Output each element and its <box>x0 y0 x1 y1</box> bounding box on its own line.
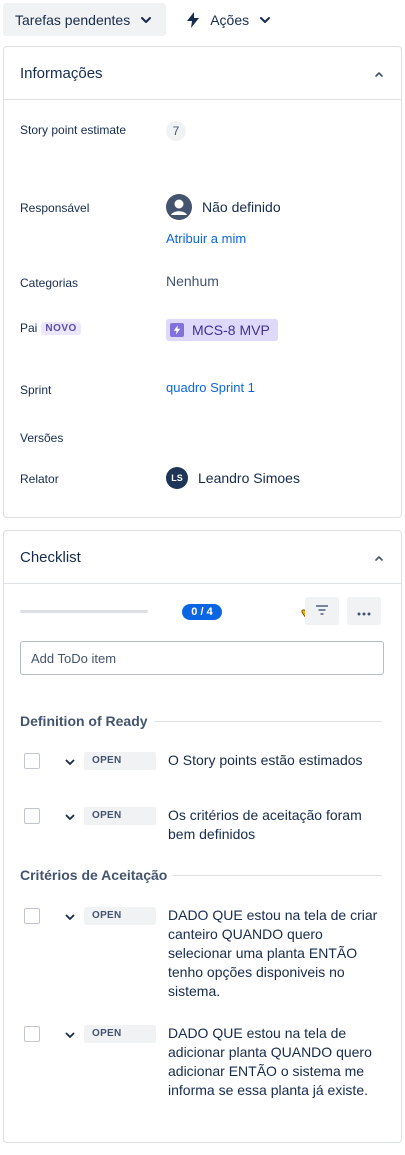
chevron-up-icon[interactable] <box>373 551 385 563</box>
chevron-down-icon[interactable] <box>64 755 76 767</box>
versions-label: Versões <box>20 431 64 445</box>
parent-label: Pai <box>20 321 38 335</box>
sprint-label: Sprint <box>20 383 52 397</box>
item-text[interactable]: O Story points estão estimados <box>168 751 388 770</box>
reporter-value: Leandro Simoes <box>198 470 300 486</box>
top-toolbar: Tarefas pendentes Ações <box>3 3 281 36</box>
status-badge[interactable]: OPEN <box>84 752 156 770</box>
actions-label: Ações <box>210 11 250 28</box>
unassigned-avatar-icon <box>166 194 192 220</box>
actions-dropdown-button[interactable]: Ações <box>176 3 281 36</box>
more-dots-icon <box>357 603 371 619</box>
new-badge: NOVO <box>41 321 81 335</box>
story-points-badge[interactable]: 7 <box>166 121 186 141</box>
reporter-field[interactable]: LS Leandro Simoes <box>166 467 300 489</box>
item-checkbox[interactable] <box>24 808 40 824</box>
reporter-label: Relator <box>20 472 59 486</box>
more-options-button[interactable] <box>347 597 381 625</box>
assignee-field[interactable]: Não definido <box>166 194 281 220</box>
add-todo-input[interactable]: Add ToDo item <box>20 641 384 675</box>
filter-icon <box>315 603 329 619</box>
categories-label: Categorias <box>20 276 79 290</box>
epic-lightning-icon <box>170 323 184 337</box>
categories-value[interactable]: Nenhum <box>166 273 219 289</box>
checklist-section-title: Critérios de Aceitação <box>20 867 382 883</box>
add-todo-placeholder: Add ToDo item <box>31 650 117 666</box>
parent-epic-label: MCS-8 MVP <box>192 322 270 338</box>
section-divider <box>173 874 382 876</box>
filter-button[interactable] <box>305 597 339 625</box>
status-label: Tarefas pendentes <box>15 11 131 28</box>
checklist-progress-count: 0 / 4 <box>182 604 222 620</box>
chevron-down-icon[interactable] <box>64 810 76 822</box>
assignee-value: Não definido <box>202 199 281 215</box>
item-checkbox[interactable] <box>24 908 40 924</box>
item-text[interactable]: Os critérios de aceitação foram bem defi… <box>168 806 388 844</box>
assignee-label: Responsável <box>20 201 90 215</box>
assign-to-me-link[interactable]: Atribuir a mim <box>166 231 246 246</box>
status-dropdown-button[interactable]: Tarefas pendentes <box>3 3 167 36</box>
item-checkbox[interactable] <box>24 753 40 769</box>
section-title-text: Definition of Ready <box>20 713 148 729</box>
chevron-up-icon[interactable] <box>373 67 385 79</box>
chevron-down-icon[interactable] <box>64 910 76 922</box>
checklist-panel: Checklist 0 / 4 Add ToDo item Definition… <box>3 530 402 1143</box>
reporter-avatar: LS <box>166 467 188 489</box>
details-panel-header[interactable]: Informações <box>4 47 401 100</box>
checklist-panel-title: Checklist <box>20 548 81 566</box>
story-points-label: Story point estimate <box>20 123 127 137</box>
item-text[interactable]: DADO QUE estou na tela de criar canteiro… <box>168 906 388 1001</box>
chevron-down-icon <box>140 14 152 26</box>
section-title-text: Critérios de Aceitação <box>20 867 168 883</box>
status-badge[interactable]: OPEN <box>84 1025 156 1043</box>
parent-label-row: Pai NOVO <box>20 321 81 335</box>
sprint-link[interactable]: quadro Sprint 1 <box>166 380 255 395</box>
checklist-section-title: Definition of Ready <box>20 713 382 729</box>
details-panel: Informações Story point estimate 7 Respo… <box>3 46 402 518</box>
lightning-icon <box>186 11 200 28</box>
section-divider <box>153 720 382 722</box>
details-panel-title: Informações <box>20 64 103 82</box>
status-badge[interactable]: OPEN <box>84 907 156 925</box>
item-checkbox[interactable] <box>24 1026 40 1042</box>
checklist-panel-header[interactable]: Checklist <box>4 531 401 584</box>
parent-epic-chip[interactable]: MCS-8 MVP <box>166 319 278 341</box>
chevron-down-icon <box>259 14 271 26</box>
item-text[interactable]: DADO QUE estou na tela de adicionar plan… <box>168 1024 388 1100</box>
chevron-down-icon[interactable] <box>64 1028 76 1040</box>
checklist-progress-bar <box>20 610 148 613</box>
status-badge[interactable]: OPEN <box>84 807 156 825</box>
